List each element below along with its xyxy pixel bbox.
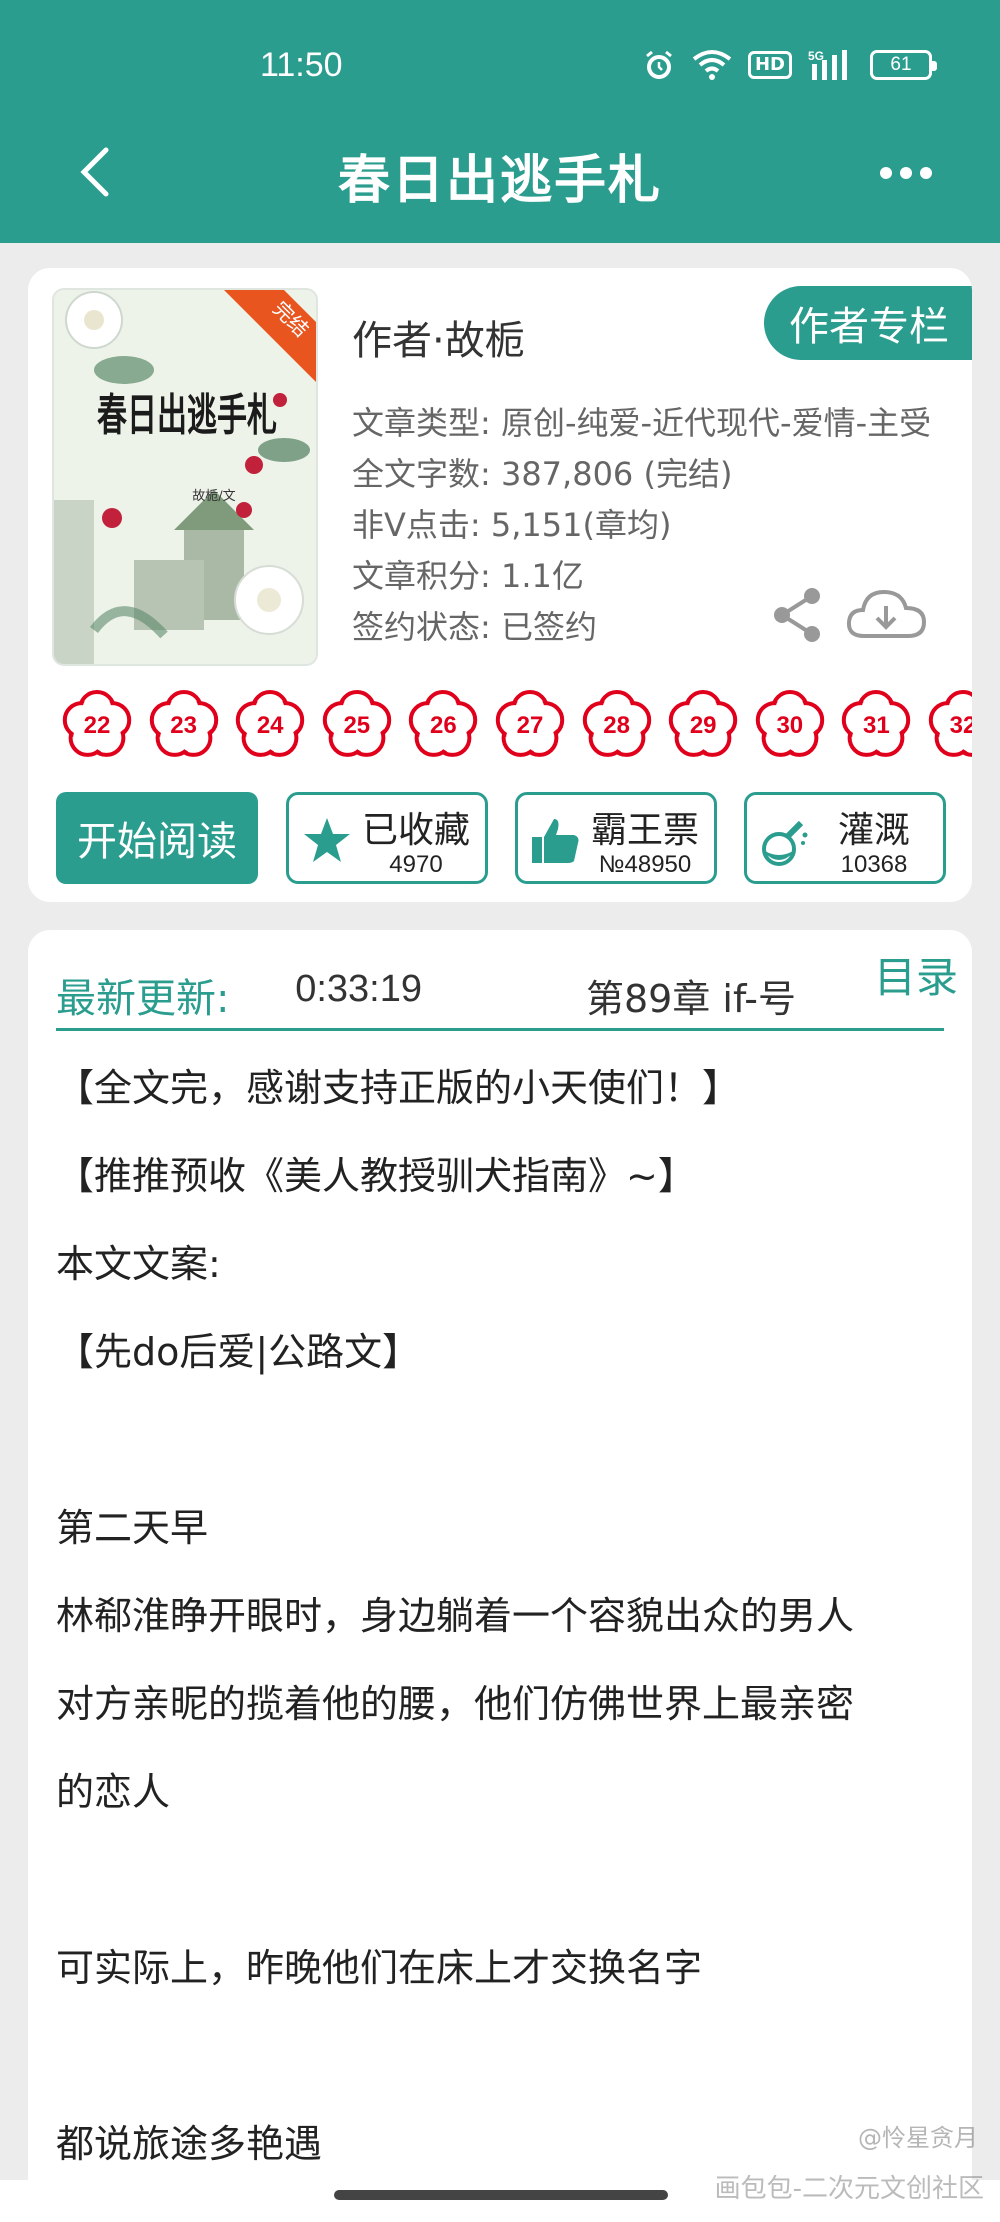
vote-label: 霸王票 [590,810,699,851]
flower-badge[interactable]: 23 [145,686,223,764]
synopsis-line: 【推推预收《美人教授驯犬指南》~】 [56,1154,696,1198]
latest-update-time-text: 0:33:19 [295,968,422,1010]
vote-button[interactable]: 霸王票 №48950 [515,792,717,884]
synopsis-line: 本文文案: [56,1242,221,1286]
meta-words: 全文字数: 387,806 (完结) [352,455,733,493]
toc-button[interactable]: 目录 [874,944,958,1005]
flower-number: 30 [776,712,804,739]
flower-badge[interactable]: 30 [751,686,829,764]
more-dots-icon [880,167,892,179]
star-icon [304,818,350,862]
status-time: 11:50 [260,46,343,84]
book-info-card: 春日出逃手札 故栀/文 完结 作者·故栀 作者专栏 文章类型: 原创-纯爱-近代… [28,268,972,902]
update-divider [56,1028,944,1031]
watermark-handle: @怜星贪月 [858,2124,978,2152]
share-icon [774,588,820,642]
page-title: 春日出逃手札 [337,151,662,211]
more-menu-button[interactable] [880,158,940,188]
synopsis-card: 最新更新: 0:33:19 第89章 if-号 目录 【全文完，感谢支持正版的小… [28,930,972,2180]
author-column-button[interactable]: 作者专栏 [764,286,972,360]
start-reading-button[interactable]: 开始阅读 [56,792,258,884]
collect-label: 已收藏 [361,810,470,851]
collect-count: 4970 [389,851,443,878]
flower-badge[interactable]: 22 [58,686,136,764]
cover-illustration: 春日出逃手札 故栀/文 完结 [54,290,316,664]
synopsis-line [56,2012,956,2100]
flower-number: 25 [343,712,371,739]
synopsis-text: 【全文完，感谢支持正版的小天使们！】 【推推预收《美人教授驯犬指南》~】 本文文案:… [56,1044,956,2180]
flower-badge[interactable]: 28 [578,686,656,764]
water-button[interactable]: 灌溉 10368 [744,792,946,884]
flower-number: 27 [516,712,544,739]
flower-badge[interactable]: 27 [491,686,569,764]
flower-number: 24 [256,712,284,739]
flower-number: 23 [170,712,197,739]
synopsis-line: 【全文完，感谢支持正版的小天使们！】 [56,1066,741,1110]
flower-row: 22 23 24 25 26 27 28 29 30 31 32 [58,686,972,764]
action-bar: 开始阅读 已收藏 4970 霸王票 №48950 灌溉 10368 [56,792,972,884]
alarm-icon [642,48,676,82]
status-bar: 11:50 HD 5G 61 [0,40,1000,90]
latest-chapter-marquee[interactable]: 第89章 if-号 [586,968,806,1023]
watermark-site: 画包包-二次元文创社区 [714,2174,984,2204]
synopsis-line: 【先do后爱|公路文】 [56,1330,421,1374]
flower-badge[interactable]: 32 [924,686,972,764]
home-indicator[interactable] [334,2190,668,2200]
nutrient-flask-icon [762,820,808,866]
thumbs-up-icon [532,819,579,863]
flower-number: 28 [603,712,630,739]
flower-number: 26 [430,712,457,739]
flower-badge[interactable]: 29 [664,686,742,764]
latest-update-label: 最新更新: [56,976,230,1022]
synopsis-line: 林郗淮睁开眼时，身边躺着一个容貌出众的男人 [56,1594,855,1638]
flower-number: 29 [689,712,717,739]
synopsis-line: 第二天早 [56,1506,209,1550]
latest-update-time: 0:33:19 [292,968,422,1011]
latest-update-row[interactable]: 最新更新: 0:33:19 第89章 if-号 [56,950,944,1030]
share-button[interactable] [768,586,828,644]
cover-byline: 故栀/文 [192,489,235,504]
flower-badge[interactable]: 31 [837,686,915,764]
collect-button[interactable]: 已收藏 4970 [286,792,488,884]
flower-number: 32 [949,712,972,739]
meta-type: 文章类型: 原创-纯爱-近代现代-爱情-主受 [352,404,932,442]
cover-title: 春日出逃手札 [97,390,277,441]
flower-badge[interactable]: 26 [404,686,482,764]
wifi-icon [692,49,732,81]
meta-clicks: 非Ⅴ点击: 5,151(章均) [352,506,672,544]
signal-icon: 5G [808,48,854,82]
book-cover[interactable]: 春日出逃手札 故栀/文 完结 [52,288,318,666]
synopsis-line: 可实际上，昨晚他们在床上才交换名字 [56,1946,703,1990]
network-label: 5G [808,49,824,63]
water-label: 灌溉 [837,810,910,851]
cloud-download-icon [846,589,927,638]
synopsis-line [56,1836,956,1924]
vote-count: №48950 [598,851,692,878]
hd-badge: HD [747,51,792,79]
synopsis-line [56,1396,956,1484]
water-count: 10368 [840,851,908,878]
flower-number: 22 [83,712,111,739]
synopsis-line: 对方亲昵的揽着他的腰，他们仿佛世界上最亲密 [56,1682,855,1726]
synopsis-line: 的恋人 [56,1770,171,1814]
author-name[interactable]: 作者·故栀 [352,308,525,366]
status-icons: HD 5G 61 [642,48,937,82]
flower-number: 31 [863,712,890,739]
battery-icon: 61 [870,50,937,80]
flower-badge[interactable]: 25 [318,686,396,764]
download-button[interactable] [844,584,928,644]
flower-badge[interactable]: 24 [231,686,309,764]
app-header: 11:50 HD 5G 61 春日出逃手札 [0,0,1000,243]
nav-bar: 春日出逃手札 [0,120,1000,230]
